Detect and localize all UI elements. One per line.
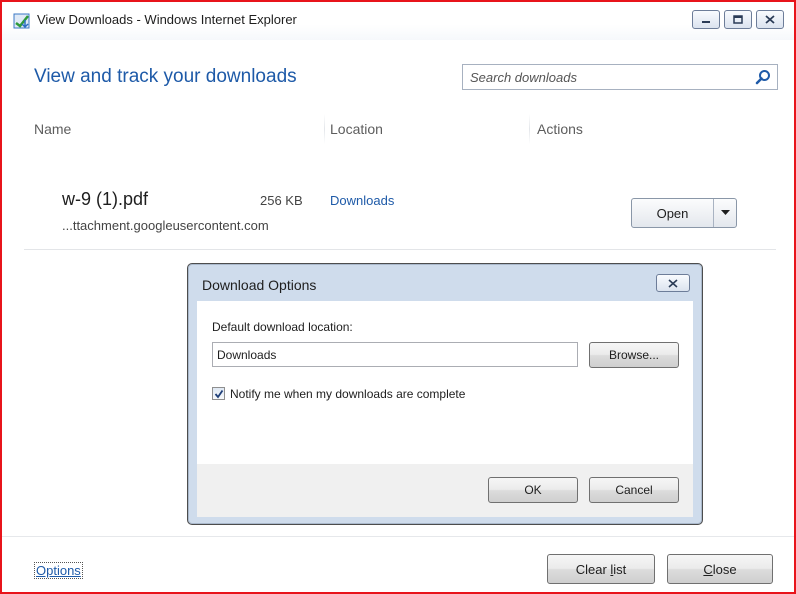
window-title: View Downloads - Windows Internet Explor… [37,12,297,27]
column-divider [324,114,325,144]
footer-divider [2,536,794,537]
column-header-location[interactable]: Location [330,121,383,137]
notify-checkbox-label[interactable]: Notify me when my downloads are complete [230,387,465,401]
close-button[interactable]: Close [667,554,773,584]
clear-list-label: Clear list [576,562,627,577]
download-source: ...ttachment.googleusercontent.com [62,218,269,233]
close-access-key: C [703,561,713,577]
clear-list-button[interactable]: Clear list [547,554,655,584]
download-options-dialog: Download Options Default download locati… [187,263,703,525]
downloads-window: View Downloads - Windows Internet Explor… [0,0,796,594]
dialog-title: Download Options [202,277,317,293]
close-label-suffix: lose [712,561,737,577]
title-bar[interactable]: View Downloads - Windows Internet Explor… [2,2,794,40]
download-file-size: 256 KB [260,193,303,208]
maximize-icon [733,15,743,24]
default-location-label: Default download location: [212,320,353,334]
open-button[interactable]: Open [632,199,714,227]
ok-button[interactable]: OK [488,477,578,503]
close-icon [765,15,775,24]
row-divider [24,249,776,250]
dialog-close-button[interactable] [656,274,690,292]
search-box[interactable] [462,64,778,90]
default-location-field[interactable] [212,342,578,367]
search-icon[interactable] [755,69,771,85]
minimize-button[interactable] [692,10,720,29]
maximize-button[interactable] [724,10,752,29]
ie-downloads-icon [12,11,32,31]
open-split-button[interactable]: Open [631,198,737,228]
search-input[interactable] [463,65,743,89]
window-controls [692,10,784,29]
download-location-link[interactable]: Downloads [330,193,394,208]
open-options-dropdown[interactable] [714,199,736,227]
close-label: Close [703,562,736,577]
options-link[interactable]: Options [34,562,83,579]
column-header-actions[interactable]: Actions [537,121,583,137]
close-window-button[interactable] [756,10,784,29]
close-icon [668,278,678,288]
notify-checkbox[interactable] [212,387,225,400]
chevron-down-icon [720,210,730,215]
clear-list-label-suffix: ist [613,561,627,577]
page-heading: View and track your downloads [34,66,297,87]
browse-button[interactable]: Browse... [589,342,679,368]
column-header-name[interactable]: Name [34,121,71,137]
cancel-button[interactable]: Cancel [589,477,679,503]
checkmark-icon [214,389,223,398]
column-divider [529,114,530,144]
minimize-icon [702,20,710,23]
clear-list-label-prefix: Clear [575,561,611,577]
download-file-name: w-9 (1).pdf [62,189,149,209]
